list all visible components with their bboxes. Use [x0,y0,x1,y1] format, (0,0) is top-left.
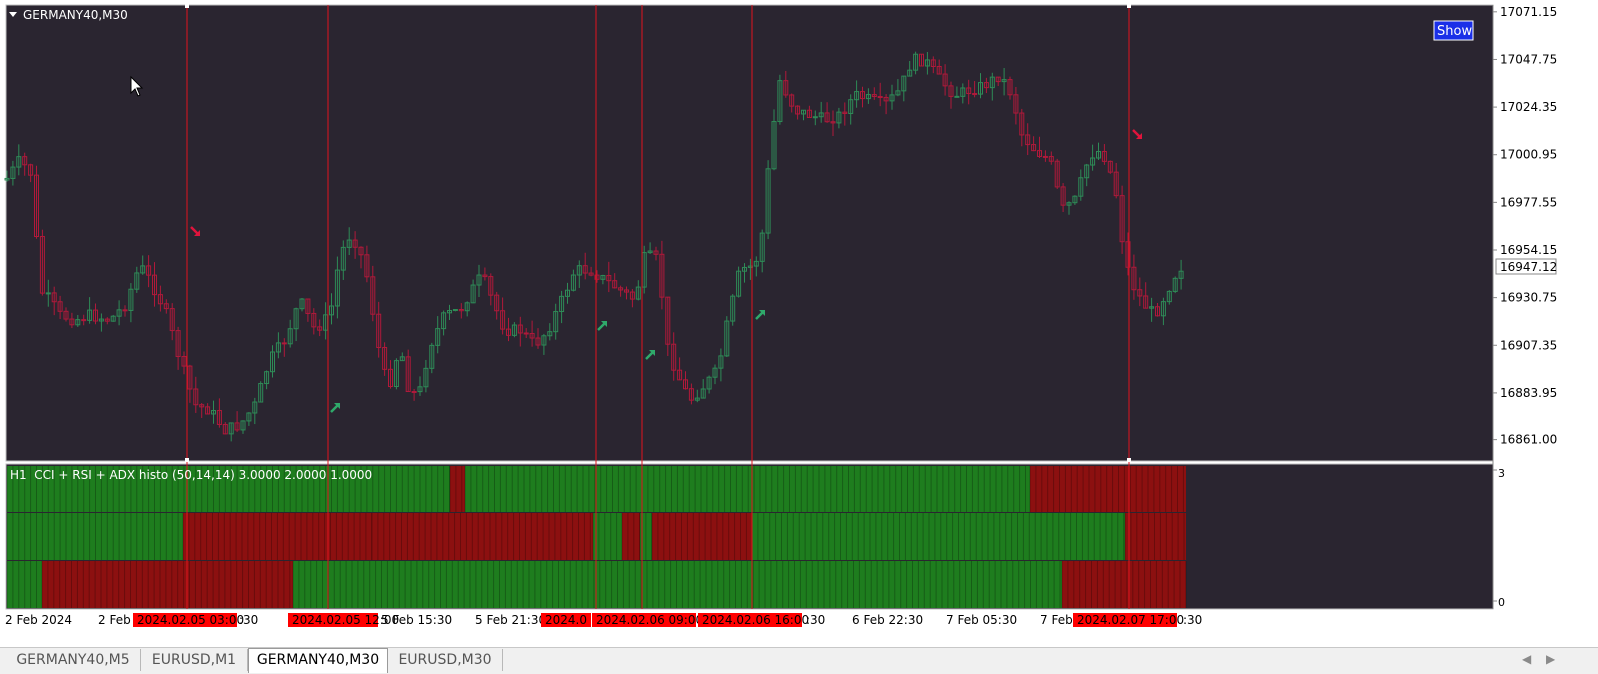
current-price-label: 16947.12 [1500,260,1557,274]
time-label: :30 [239,613,258,627]
candle-body [411,391,417,394]
candle-body [122,309,128,312]
histo-block [293,561,1062,608]
histo-block [652,513,752,560]
candle-body [81,319,87,322]
time-label: 7 Feb [1040,613,1073,627]
line-handle[interactable] [185,458,189,462]
price-tick-label: 17000.95 [1500,148,1557,162]
candle-body [45,292,51,295]
chart-tabs-bar: GERMANY40,M5 EURUSD,M1 GERMANY40,M30 EUR… [0,647,1598,674]
indicator-label: H1 CCI + RSI + ADX histo (50,14,14) 3.00… [10,468,372,482]
candle-body [523,332,529,335]
histo-block [42,561,293,608]
line-handle[interactable] [1127,458,1131,462]
histo-block [465,466,1030,512]
price-tick-label: 16861.00 [1500,433,1557,447]
chart-window[interactable]: 17071.15 17047.75 17024.35 17000.95 16977.55… [0,0,1598,647]
tab-germany40-m5[interactable]: GERMANY40,M5 [6,649,141,671]
price-tick-label: 16883.95 [1500,386,1557,400]
tab-eurusd-m1[interactable]: EURUSD,M1 [141,649,248,671]
time-label: 2024.02.05 03:00 [137,613,244,627]
price-axis: 17071.15 17047.75 17024.35 17000.95 16977.55… [1492,5,1557,609]
time-label: 2024.0 [545,613,587,627]
indicator-scale: 3 0 [1493,467,1505,609]
time-label: 2024.02.06 09:00 [596,613,703,627]
symbol-label: GERMANY40,M30 [23,8,128,22]
time-label: 5 Feb 15:30 [381,613,452,627]
time-label: 6 Feb 22:30 [852,613,923,627]
time-label: 2024.02.06 16:00 [702,613,809,627]
arrow-left-icon[interactable]: ◀ [1522,652,1531,666]
line-handle[interactable] [1127,4,1131,8]
time-label: 7 Feb 05:30 [946,613,1017,627]
arrow-right-icon[interactable]: ▶ [1546,652,1555,666]
time-label: :30 [806,613,825,627]
indicator-scale-top: 3 [1498,467,1505,480]
price-tick-label: 17024.35 [1500,100,1557,114]
histo-block [372,513,593,560]
price-tick-label: 16930.75 [1500,291,1557,305]
price-tick-label: 16977.55 [1500,195,1557,209]
histo-block [752,513,1125,560]
chart-header: GERMANY40,M30 [9,8,128,22]
time-label: 2 Feb 2024 [5,613,72,627]
histo-block [450,466,465,512]
candle-body [972,93,978,96]
time-label: 2024.02.07 17:00 [1077,613,1184,627]
price-tick-label: 17047.75 [1500,52,1557,66]
main-chart-area[interactable] [5,4,1494,462]
candle-body [954,95,960,98]
candle-body [877,96,883,99]
tab-germany40-m30[interactable]: GERMANY40,M30 [248,648,388,673]
candle-body [1042,155,1048,158]
histo-block [593,513,622,560]
price-tick-label: 16907.35 [1500,338,1557,352]
indicator-scale-bottom: 0 [1498,596,1505,609]
show-button-label[interactable]: Show [1437,24,1472,39]
price-tick-label: 17071.15 [1500,5,1557,19]
line-handle[interactable] [185,4,189,8]
time-label: :30 [1183,613,1202,627]
histo-block [1062,561,1186,608]
tab-eurusd-m30[interactable]: EURUSD,M30 [388,649,503,671]
candle-body [812,116,818,119]
histo-block [622,513,640,560]
time-axis: 2 Feb 2024 2 Feb 2024.02.05 03:00:30 2024.0… [5,613,1202,627]
time-label: 5 Feb 21:30 [475,613,546,627]
price-tick-label: 16954.15 [1500,243,1557,257]
candle-body [281,342,287,345]
show-button[interactable]: Show [1433,20,1474,41]
time-label: 2 Feb [98,613,131,627]
histo-block [1125,513,1186,560]
